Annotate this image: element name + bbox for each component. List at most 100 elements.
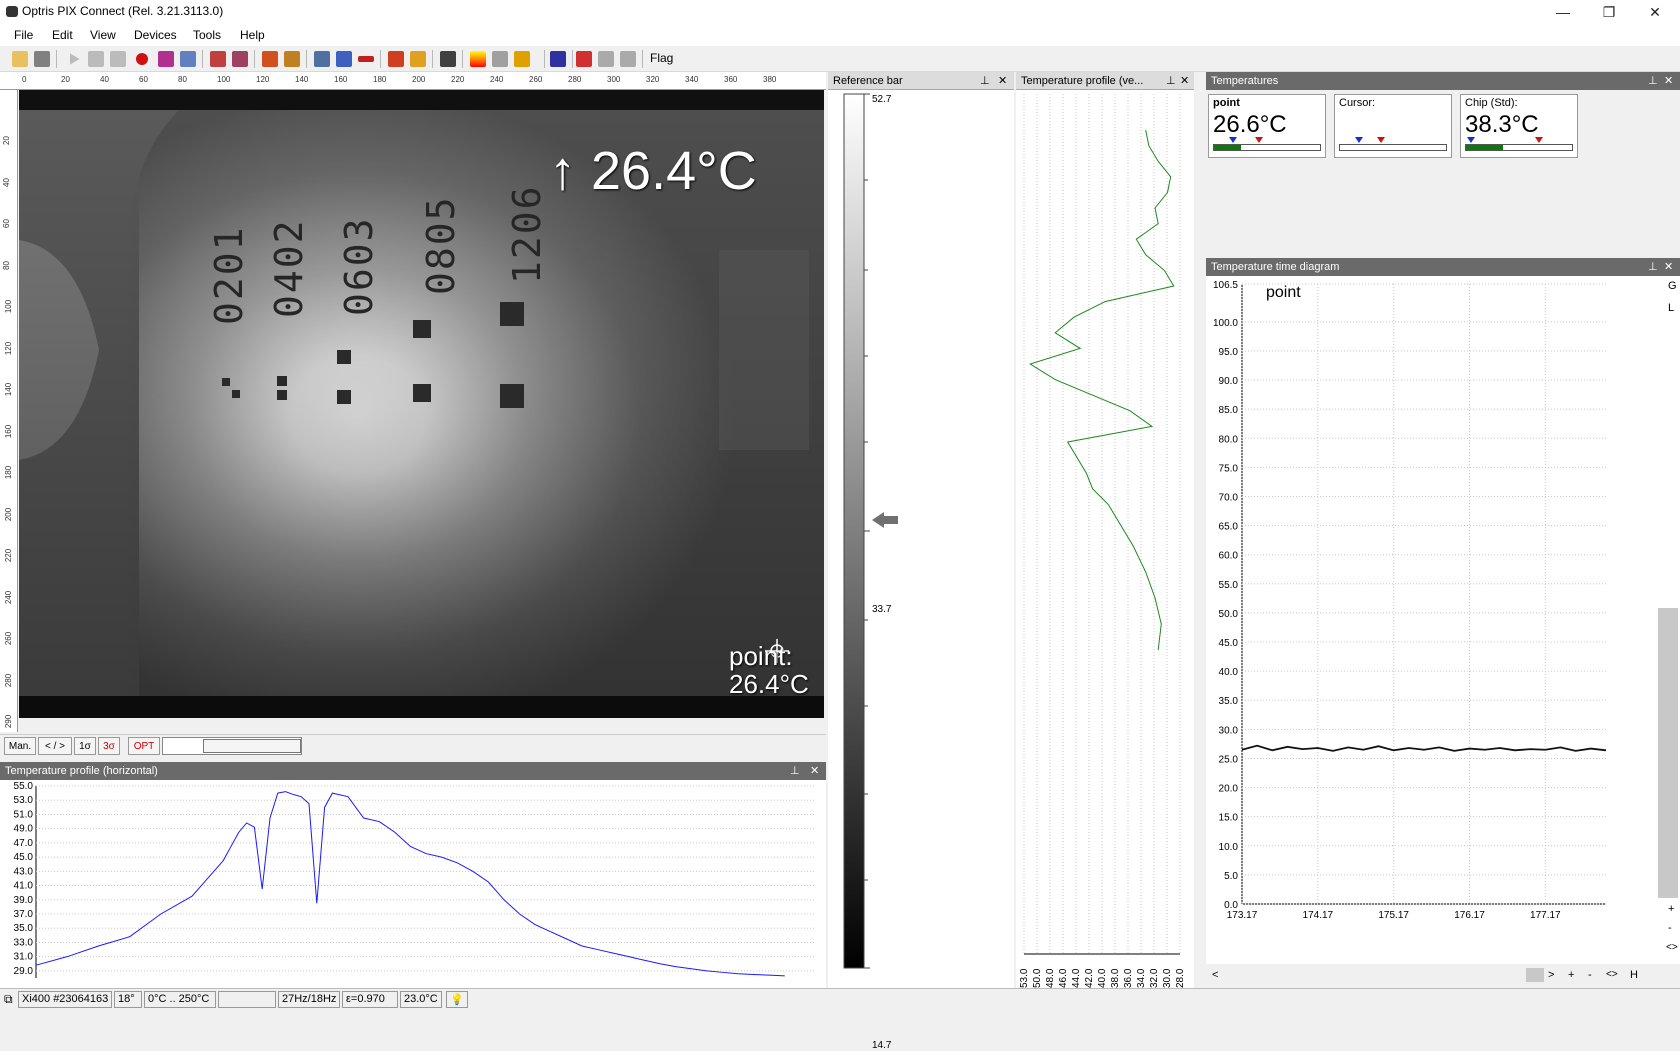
timediag-y-tick: 60.0 (1219, 551, 1239, 562)
rainbow-palette-icon[interactable] (550, 51, 566, 67)
temp-level-bar (1465, 144, 1573, 151)
pin-icon[interactable]: ⊥ (1648, 74, 1658, 87)
temp-box-point[interactable]: point 26.6°C (1208, 94, 1326, 158)
vprofile-x-tick: 32.0 (1149, 968, 1160, 988)
timediag-y-tick: 35.0 (1219, 696, 1239, 707)
restore-button[interactable]: ❐ (1586, 0, 1632, 24)
vertical-scrollbar[interactable] (1658, 608, 1678, 898)
play-icon[interactable] (70, 53, 80, 65)
refbar-mid: 33.7 (872, 604, 892, 615)
record-icon[interactable] (136, 53, 148, 65)
open-icon[interactable] (12, 51, 28, 67)
graph-icon[interactable] (336, 51, 352, 67)
vprofile-x-tick: 40.0 (1097, 968, 1108, 988)
slider-thumb[interactable] (203, 739, 301, 753)
stop-icon[interactable] (110, 51, 126, 67)
ruler-left-label: 220 (4, 548, 14, 563)
close-button[interactable]: ✕ (1632, 0, 1678, 24)
vprofile-x-tick: 48.0 (1045, 968, 1056, 988)
menu-help[interactable]: Help (240, 28, 265, 42)
grid-toggle-button[interactable]: G (1668, 280, 1677, 292)
max-marker-icon (1255, 137, 1263, 143)
window-title: Optris PIX Connect (Rel. 3.21.3113.0) (22, 4, 224, 18)
ruler-left-label: 200 (4, 507, 14, 521)
minmax-button[interactable]: < / > (38, 737, 72, 755)
menu-view[interactable]: View (90, 28, 116, 42)
hotcold-icon[interactable] (514, 51, 530, 67)
add-measure-icon[interactable] (314, 51, 330, 67)
close-icon[interactable]: ✕ (998, 74, 1007, 87)
pin-icon[interactable]: ⊥ (1648, 260, 1658, 273)
zoom-in-y-button[interactable]: + (1668, 903, 1674, 915)
close-icon[interactable]: ✕ (1180, 74, 1189, 87)
opt-button[interactable]: OPT (128, 737, 160, 755)
pause-icon[interactable] (88, 51, 104, 67)
hprofile-y-tick: 31.0 (14, 952, 34, 963)
arrows-icon[interactable] (576, 51, 592, 67)
toolbar-separator (544, 50, 545, 68)
scale-slider[interactable] (162, 737, 302, 755)
sigma3-button[interactable]: 3σ (98, 737, 120, 755)
zoom-out-y-button[interactable]: - (1668, 922, 1672, 934)
scroll-right-button[interactable]: > (1548, 969, 1554, 981)
pin-icon[interactable]: ⊥ (1166, 74, 1176, 87)
menu-file[interactable]: File (14, 28, 33, 42)
temp-box-cursor[interactable]: Cursor: (1334, 94, 1452, 158)
sigma1-button[interactable]: 1σ (74, 737, 96, 755)
temp-box-chip[interactable]: Chip (Std): 38.3°C (1460, 94, 1578, 158)
copy-icon[interactable] (180, 51, 196, 67)
manual-scale-button[interactable]: Man. (4, 737, 36, 755)
layout-3-icon[interactable] (262, 51, 278, 67)
current-temp-arrow-icon (872, 512, 898, 528)
refbar-title: Reference bar (833, 75, 903, 87)
hprofile-line (35, 791, 785, 977)
line-icon[interactable] (358, 56, 374, 62)
menu-edit[interactable]: Edit (52, 28, 73, 42)
chip-label-0603: 0603 (337, 216, 381, 316)
ruler-left-label: 60 (1, 219, 11, 228)
pin-icon[interactable]: ⊥ (790, 764, 800, 777)
camera-icon[interactable] (158, 51, 174, 67)
temps-title: Temperatures (1211, 75, 1279, 87)
menu-tools[interactable]: Tools (193, 28, 221, 42)
toolbar-separator (462, 50, 463, 68)
palette-2-icon[interactable] (410, 51, 426, 67)
toolbar-separator (572, 50, 573, 68)
tools-icon[interactable] (440, 51, 456, 67)
fit-y-button[interactable]: <> (1666, 942, 1678, 953)
legend-toggle-button[interactable]: L (1668, 302, 1674, 314)
scale-icon[interactable] (492, 51, 508, 67)
hprofile-y-tick: 35.0 (14, 923, 34, 934)
layout-4-icon[interactable] (284, 51, 300, 67)
flag-button[interactable]: Flag (650, 51, 673, 65)
timediag-y-tick: 30.0 (1219, 725, 1239, 736)
app-icon (6, 6, 18, 17)
timediag-y-tick: 106.5 (1213, 280, 1238, 291)
hprofile-y-tick: 33.0 (14, 937, 34, 948)
layout-1-icon[interactable] (210, 51, 226, 67)
zoom-out-x-button[interactable]: - (1588, 969, 1592, 981)
close-icon[interactable]: ✕ (810, 764, 819, 777)
iron-palette-icon[interactable] (470, 51, 486, 67)
home-button[interactable]: H (1630, 969, 1638, 981)
close-icon[interactable]: ✕ (1664, 74, 1673, 87)
thermal-image[interactable]: 0201 0402 0603 0805 1206 ↑ 26.4°C point:… (19, 90, 824, 718)
scroll-left-button[interactable]: < (1212, 969, 1218, 981)
ruler-top-label: 40 (100, 75, 109, 84)
timediag-y-tick: 70.0 (1219, 492, 1239, 503)
scroll-thumb[interactable] (1526, 968, 1544, 982)
pin-icon[interactable]: ⊥ (980, 74, 990, 87)
layout-2-icon[interactable] (232, 51, 248, 67)
save-icon[interactable] (34, 51, 50, 67)
status-light-icon: 💡 (446, 991, 468, 1008)
max-marker-icon (1377, 137, 1385, 143)
close-icon[interactable]: ✕ (1664, 260, 1673, 273)
palette-1-icon[interactable] (388, 51, 404, 67)
minimize-button[interactable]: — (1540, 0, 1586, 24)
menu-devices[interactable]: Devices (134, 28, 177, 42)
fit-x-button[interactable]: <> (1606, 969, 1618, 980)
series-label: point (1266, 284, 1301, 301)
zoom-in-x-button[interactable]: + (1568, 969, 1574, 981)
vprofile-x-tick: 28.0 (1175, 968, 1186, 988)
timediag-line (1241, 744, 1607, 752)
